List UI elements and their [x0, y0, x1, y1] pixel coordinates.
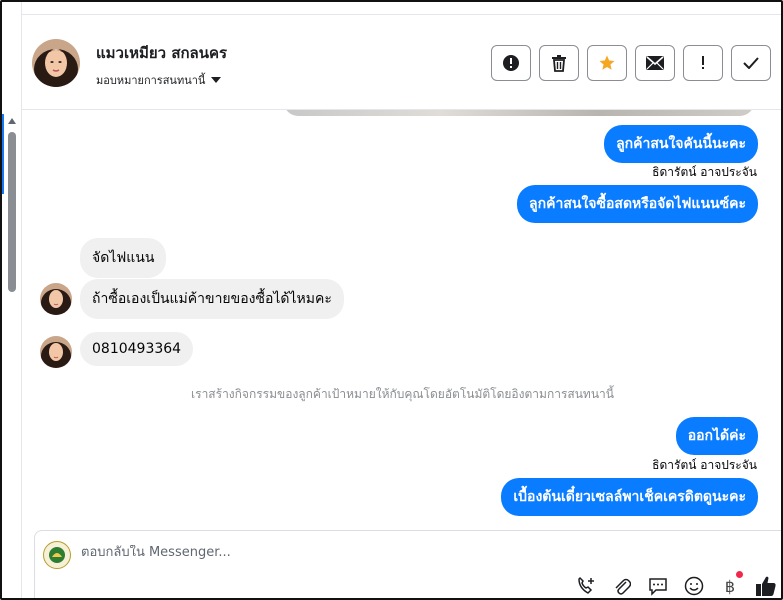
- thumbs-up-icon[interactable]: [755, 575, 777, 597]
- follow-up-button[interactable]: [683, 45, 723, 81]
- message-outgoing[interactable]: ลูกค้าสนใจคันนี้นะคะ: [604, 125, 758, 163]
- envelope-icon: [646, 56, 664, 70]
- conversation-header: แมวเหมียว สกลนคร มอบหมายการสนทนานี้: [22, 14, 781, 110]
- paperclip-icon[interactable]: [611, 575, 633, 597]
- scroll-up-arrow-icon[interactable]: [8, 118, 16, 124]
- composer-tools: ฿: [575, 571, 777, 597]
- message-outgoing[interactable]: ลูกค้าสนใจซื้อสดหรือจัดไฟแนนซ์คะ: [517, 185, 758, 223]
- sender-name: ธิดารัตน์ อาจประจัน: [652, 458, 757, 472]
- message-thread: ลูกค้าสนใจคันนี้นะคะ ธิดารัตน์ อาจประจัน…: [22, 110, 781, 526]
- check-icon: [743, 57, 759, 69]
- emoji-icon[interactable]: [683, 575, 705, 597]
- rail-accent: [2, 114, 4, 194]
- sender-name: ธิดารัตน์ อาจประจัน: [652, 165, 757, 179]
- message-outgoing[interactable]: เบื้องต้นเดี๋ยวเซลล์พาเช็คเครดิตดูนะคะ: [501, 478, 758, 516]
- message-incoming[interactable]: ถ้าซื้อเองเป็นแม่ค้าขายของซื้อได้ไหมคะ: [80, 279, 344, 319]
- contact-name[interactable]: แมวเหมียว สกลนคร: [96, 41, 227, 65]
- delete-button[interactable]: [539, 45, 579, 81]
- scrollbar-thumb[interactable]: [8, 132, 16, 292]
- shared-image-attachment[interactable]: [284, 110, 754, 116]
- assign-conversation-dropdown[interactable]: มอบหมายการสนทนานี้: [96, 71, 222, 89]
- system-notice: เราสร้างกิจกรรมของลูกค้าเป้าหมายให้กับคุ…: [191, 387, 614, 401]
- baht-icon[interactable]: ฿: [719, 571, 743, 597]
- message-incoming[interactable]: 0810493364: [80, 332, 194, 366]
- star-button[interactable]: [587, 45, 627, 81]
- contact-avatar[interactable]: [32, 39, 80, 87]
- reply-input[interactable]: [81, 545, 641, 560]
- page-logo-icon: [43, 541, 71, 569]
- trash-icon: [552, 55, 566, 72]
- inbox-conversation-panel: แมวเหมียว สกลนคร มอบหมายการสนทนานี้ ลูกค…: [0, 0, 783, 600]
- star-icon: [599, 55, 615, 70]
- saved-reply-icon[interactable]: [647, 575, 669, 597]
- exclamation-icon: [702, 56, 704, 69]
- mark-spam-button[interactable]: [491, 45, 531, 81]
- call-add-icon[interactable]: [575, 575, 597, 597]
- mark-unread-button[interactable]: [635, 45, 675, 81]
- reply-composer: ฿: [34, 530, 781, 598]
- notification-dot: [736, 571, 743, 578]
- mark-done-button[interactable]: [731, 45, 771, 81]
- header-actions: [491, 45, 771, 81]
- message-outgoing[interactable]: ออกได้ค่ะ: [675, 417, 758, 455]
- message-incoming[interactable]: จัดไฟแนน: [80, 238, 167, 278]
- baht-symbol: ฿: [724, 576, 736, 596]
- assign-label: มอบหมายการสนทนานี้: [96, 74, 206, 87]
- left-scroll-rail: [2, 2, 22, 598]
- alert-circle-icon: [503, 55, 519, 71]
- contact-avatar-small[interactable]: [40, 336, 72, 368]
- chevron-down-icon: [211, 77, 222, 83]
- contact-avatar-small[interactable]: [40, 283, 72, 315]
